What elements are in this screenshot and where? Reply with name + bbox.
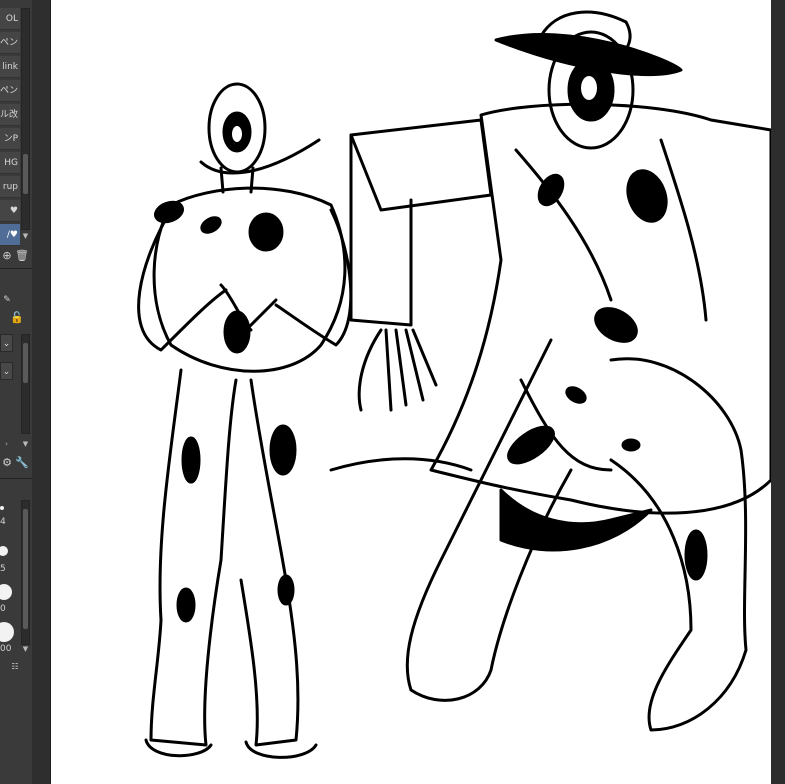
brush-size-dot[interactable]	[0, 622, 14, 642]
chevron-down-icon[interactable]: ▼	[21, 645, 30, 654]
brush-size-scrollbar[interactable]	[21, 500, 30, 645]
pen-mark-icon: ✎	[3, 295, 11, 305]
settings-icon[interactable]: ⚙	[0, 456, 14, 470]
right-figure-leg-right	[609, 357, 748, 732]
dropdown-button[interactable]: ⌄	[0, 334, 13, 352]
right-panel-edge	[771, 0, 785, 784]
lock-icon[interactable]: 🔓	[10, 311, 24, 325]
sub-tool-panel: OL ペン link ペン ル改 ンP HG rup ♥ /♥ ▼ ⊕ 🗑 ✎ …	[0, 0, 32, 784]
wrench-icon[interactable]: 🔧	[15, 456, 29, 470]
sub-tool-item[interactable]: ル改	[0, 104, 20, 126]
artwork-sketch	[137, 10, 771, 759]
panel-divider[interactable]	[32, 0, 51, 784]
brush-size-dot[interactable]	[0, 546, 8, 556]
scroll-thumb[interactable]	[23, 154, 28, 194]
sub-tool-item[interactable]: HG	[0, 152, 20, 174]
sub-tool-item[interactable]: OL	[0, 8, 20, 30]
right-figure-coat-sleeve-left	[349, 118, 493, 212]
sub-tool-scrollbar[interactable]	[21, 8, 30, 230]
brush-size-dot[interactable]	[0, 584, 12, 600]
trash-icon[interactable]: 🗑	[15, 249, 29, 263]
drawing-canvas[interactable]	[51, 0, 771, 784]
property-scrollbar[interactable]	[21, 334, 30, 434]
sub-tool-item[interactable]: ペン	[0, 80, 20, 102]
left-figure-arm-right	[274, 208, 353, 347]
brush-size-dot[interactable]	[0, 506, 4, 510]
dropdown-button[interactable]: ⌄	[0, 362, 13, 380]
brush-size-label: 4	[0, 517, 6, 527]
chevron-down-icon[interactable]: ▼	[21, 440, 30, 449]
divider	[0, 268, 32, 269]
add-icon[interactable]: ⊕	[0, 249, 14, 263]
chevron-down-icon[interactable]: ▼	[21, 232, 30, 241]
brush-size-label: 5	[0, 564, 6, 574]
brush-size-label: 0	[0, 604, 6, 614]
brush-size-label: 00	[0, 644, 12, 654]
divider	[0, 478, 32, 479]
left-figure-torso	[152, 186, 347, 373]
left-figure-leg-left	[149, 368, 238, 747]
panel-menu-icon[interactable]: ☷	[8, 660, 22, 674]
sub-tool-item[interactable]: ペン	[0, 32, 20, 54]
sub-tool-item[interactable]: ンP	[0, 128, 20, 150]
sub-tool-item-selected[interactable]: /♥	[0, 224, 20, 246]
sub-tool-item[interactable]: rup	[0, 176, 20, 198]
scroll-thumb[interactable]	[23, 509, 28, 629]
sub-tool-item[interactable]: ♥	[0, 200, 20, 222]
scroll-thumb[interactable]	[23, 343, 28, 383]
sub-tool-item[interactable]: link	[0, 56, 20, 78]
right-figure-hand	[357, 328, 438, 412]
chevron-right-icon[interactable]: ›	[2, 440, 11, 449]
